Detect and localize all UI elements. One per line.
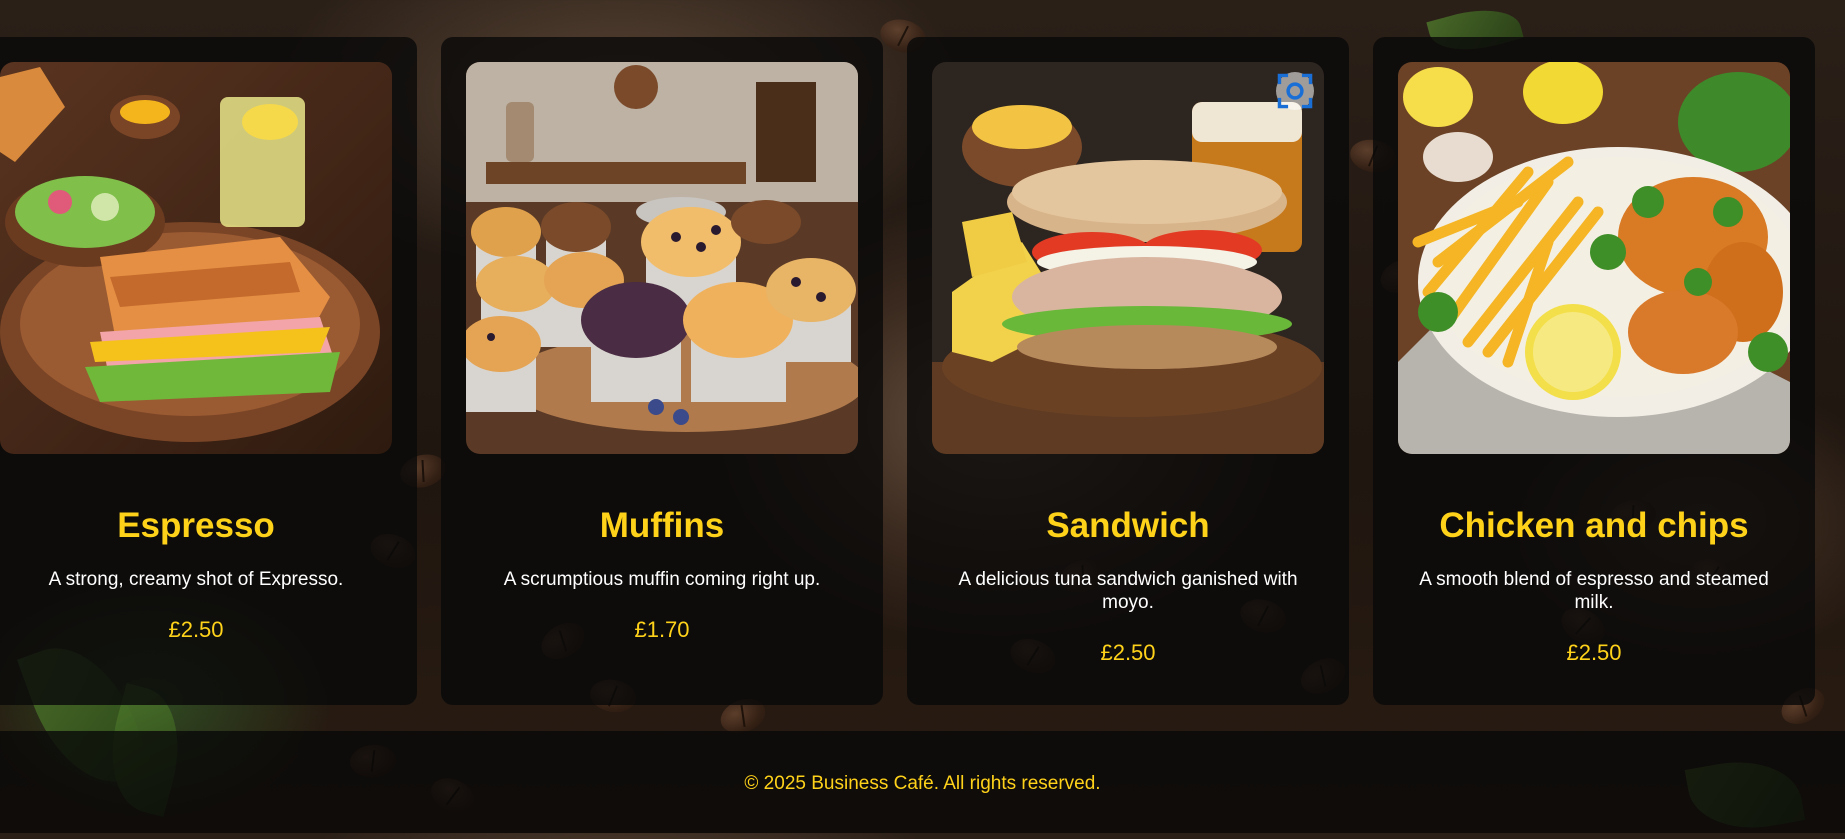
card-price: £2.50 (168, 617, 224, 642)
card-description: A delicious tuna sandwich ganished with … (958, 569, 1298, 613)
footer: © 2025 Business Café. All rights reserve… (0, 731, 1845, 833)
ham-cheese-toastie-photo (0, 62, 392, 454)
muffins-photo (466, 62, 858, 454)
card-description: A scrumptious muffin coming right up. (503, 569, 821, 590)
card-title: Espresso (117, 506, 275, 545)
card-description: A strong, creamy shot of Expresso. (48, 569, 344, 590)
menu-card-espresso[interactable]: Espresso A strong, creamy shot of Expres… (0, 37, 417, 705)
chicken-and-chips-photo (1398, 62, 1790, 454)
menu-card-row: Espresso A strong, creamy shot of Expres… (0, 37, 1845, 705)
visual-search-icon[interactable] (1276, 72, 1314, 110)
card-price: £2.50 (1566, 640, 1622, 665)
menu-card-muffins[interactable]: Muffins A scrumptious muffin coming righ… (441, 37, 883, 705)
card-price: £1.70 (634, 617, 690, 642)
card-title: Sandwich (1046, 506, 1210, 545)
card-description: A smooth blend of espresso and steamed m… (1419, 569, 1769, 613)
copyright-text: © 2025 Business Café. All rights reserve… (744, 773, 1101, 794)
menu-card-chicken-and-chips[interactable]: Chicken and chips A smooth blend of espr… (1373, 37, 1815, 705)
card-title: Chicken and chips (1439, 506, 1749, 545)
tuna-sandwich-photo (932, 62, 1324, 454)
card-title: Muffins (599, 506, 725, 545)
card-price: £2.50 (1100, 640, 1156, 665)
menu-card-sandwich[interactable]: Sandwich A delicious tuna sandwich ganis… (907, 37, 1349, 705)
